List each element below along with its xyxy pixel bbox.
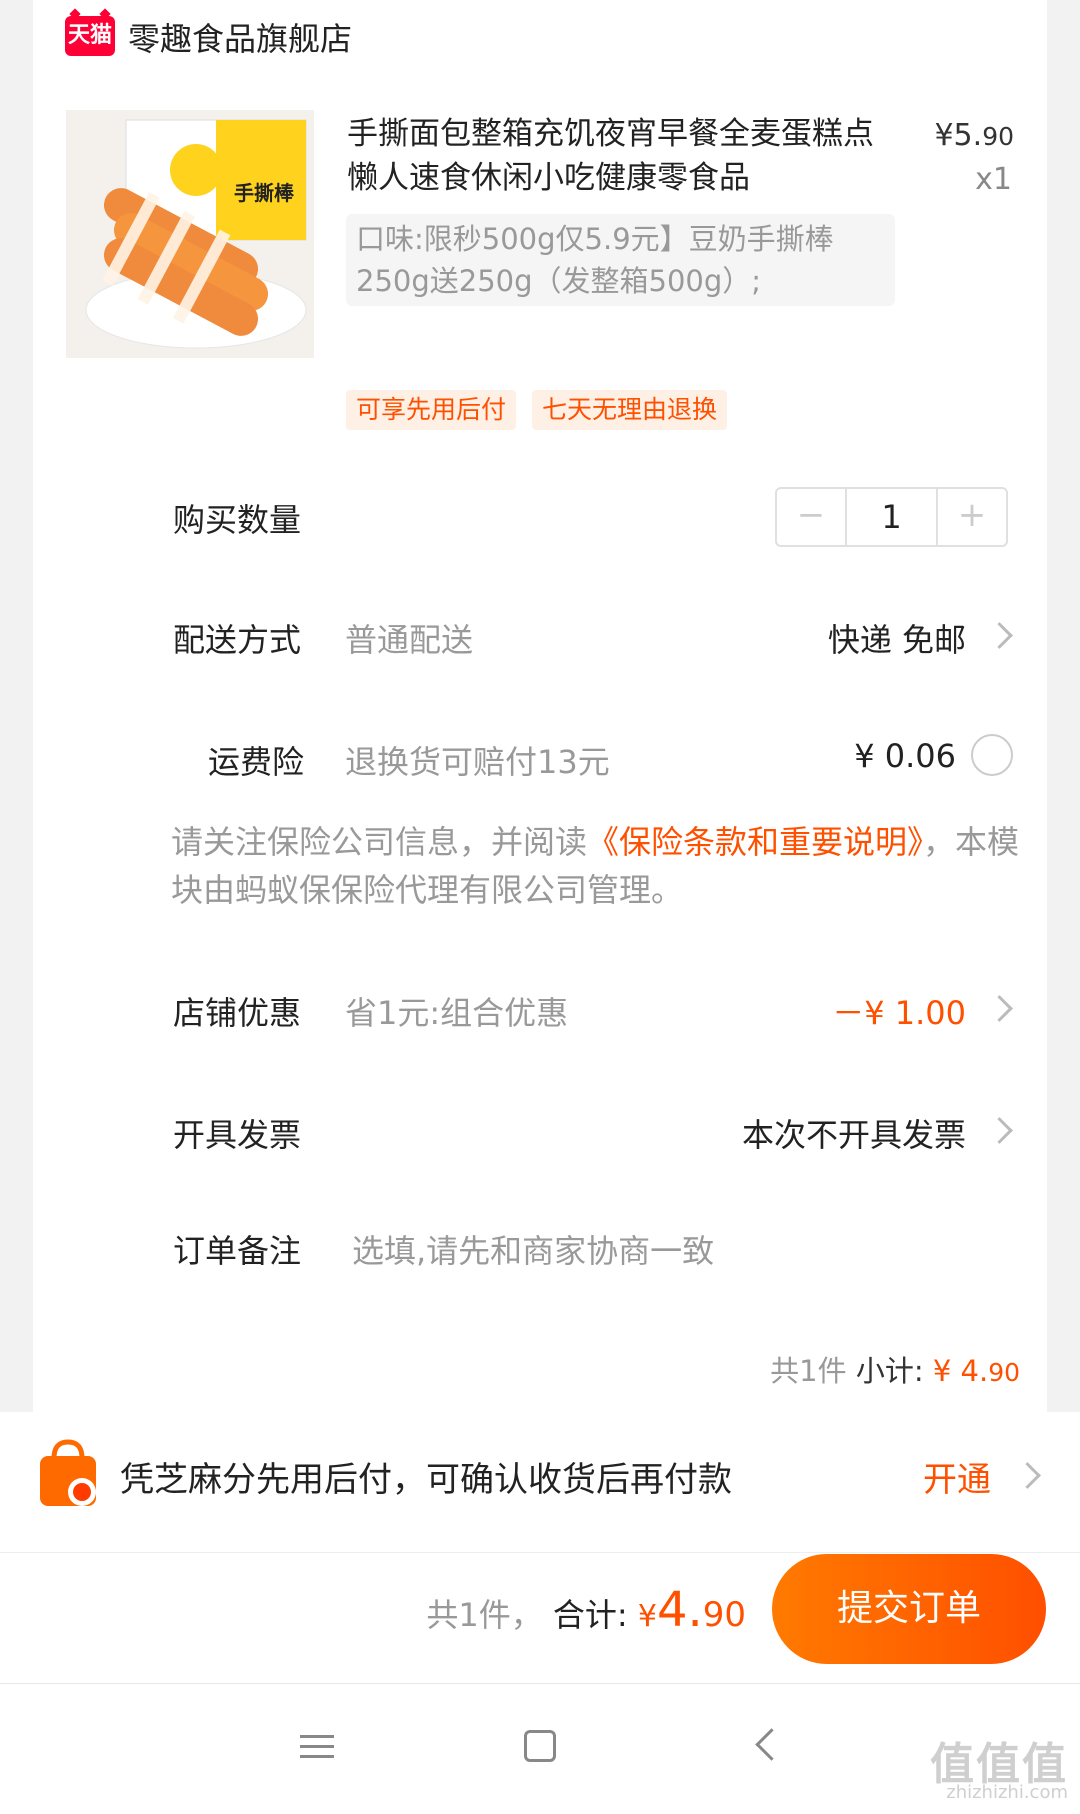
invoice-label: 开具发票 [173, 1116, 302, 1154]
pay-later-activate[interactable]: 开通 [923, 1452, 991, 1501]
remark-label: 订单备注 [173, 1232, 302, 1270]
discount-value[interactable]: －¥ 1.00 [832, 988, 966, 1034]
bread-rolls-image: 手撕棒 [66, 110, 314, 358]
subtotal-label: 小计: [855, 1354, 924, 1388]
subtotal: 共1件 小计: ¥ 4.90 [770, 1348, 1020, 1390]
tmall-logo-text: 天猫 [67, 23, 112, 48]
subtotal-count: 共1件 [770, 1354, 847, 1388]
discount-desc: 省1元:组合优惠 [345, 994, 569, 1032]
total-label: 合计: [552, 1596, 628, 1634]
watermark-url: zhizhizhi.com [946, 1782, 1068, 1803]
product-title[interactable]: 手撕面包整箱充饥夜宵早餐全麦蛋糕点懒人速食休闲小吃健康零食品 [347, 112, 882, 200]
product-image[interactable]: 手撕棒 [66, 110, 314, 358]
remark-input[interactable]: 选填,请先和商家协商一致 [352, 1226, 714, 1272]
notice-prefix: 请关注保险公司信息，并阅读 [171, 823, 588, 861]
delivery-label: 配送方式 [173, 621, 302, 659]
insurance-terms-link[interactable]: 《保险条款和重要说明》 [587, 823, 923, 861]
subtotal-price-cents: 90 [988, 1358, 1020, 1387]
discount-label: 店铺优惠 [173, 994, 302, 1032]
store-name[interactable]: 零趣食品旗舰店 [128, 14, 352, 60]
increase-button[interactable]: + [938, 489, 1006, 545]
total-count: 共1件， [426, 1596, 543, 1634]
quantity-value[interactable]: 1 [845, 489, 938, 545]
insurance-radio[interactable] [971, 734, 1013, 776]
product-sku[interactable]: 口味:限秒500g仅5.9元】豆奶手撕棒250g送250g（发整箱500g）; [346, 214, 895, 306]
delivery-value[interactable]: 快递 免邮 [828, 615, 966, 661]
insurance-price: ¥ 0.06 [854, 737, 956, 775]
delivery-method: 普通配送 [345, 621, 474, 659]
tag-pay-later: 可享先用后付 [346, 390, 517, 430]
menu-icon[interactable] [300, 1733, 334, 1761]
quantity-label: 购买数量 [173, 501, 302, 539]
tag-seven-day-return: 七天无理由退换 [532, 390, 728, 430]
total-price-cents: 90 [702, 1595, 746, 1635]
shopping-bag-icon [36, 1438, 100, 1510]
product-quantity: x1 [975, 162, 1012, 197]
insurance-desc: 退换货可赔付13元 [345, 743, 610, 781]
pay-later-text: 凭芝麻分先用后付，可确认收货后再付款 [120, 1460, 732, 1500]
submit-order-button[interactable]: 提交订单 [772, 1554, 1046, 1664]
price-cents: 90 [982, 122, 1014, 151]
decrease-button[interactable]: − [777, 489, 845, 545]
insurance-label: 运费险 [208, 743, 305, 781]
tmall-logo: 天猫 [65, 16, 115, 56]
insurance-notice: 请关注保险公司信息，并阅读《保险条款和重要说明》，本模块由蚂蚁保保险代理有限公司… [171, 818, 1021, 914]
quantity-stepper: − 1 + [775, 487, 1008, 547]
total-price-main: 4. [656, 1582, 703, 1638]
price-main: ¥5. [934, 118, 983, 153]
subtotal-price-main: ¥ 4. [932, 1354, 989, 1388]
total-currency: ¥ [637, 1599, 657, 1634]
invoice-value[interactable]: 本次不开具发票 [742, 1110, 966, 1156]
home-icon[interactable] [524, 1730, 556, 1762]
box-label: 手撕棒 [234, 181, 295, 205]
product-price: ¥5.90 [934, 118, 1014, 153]
total-summary: 共1件， 合计: ¥4.90 [426, 1580, 746, 1647]
